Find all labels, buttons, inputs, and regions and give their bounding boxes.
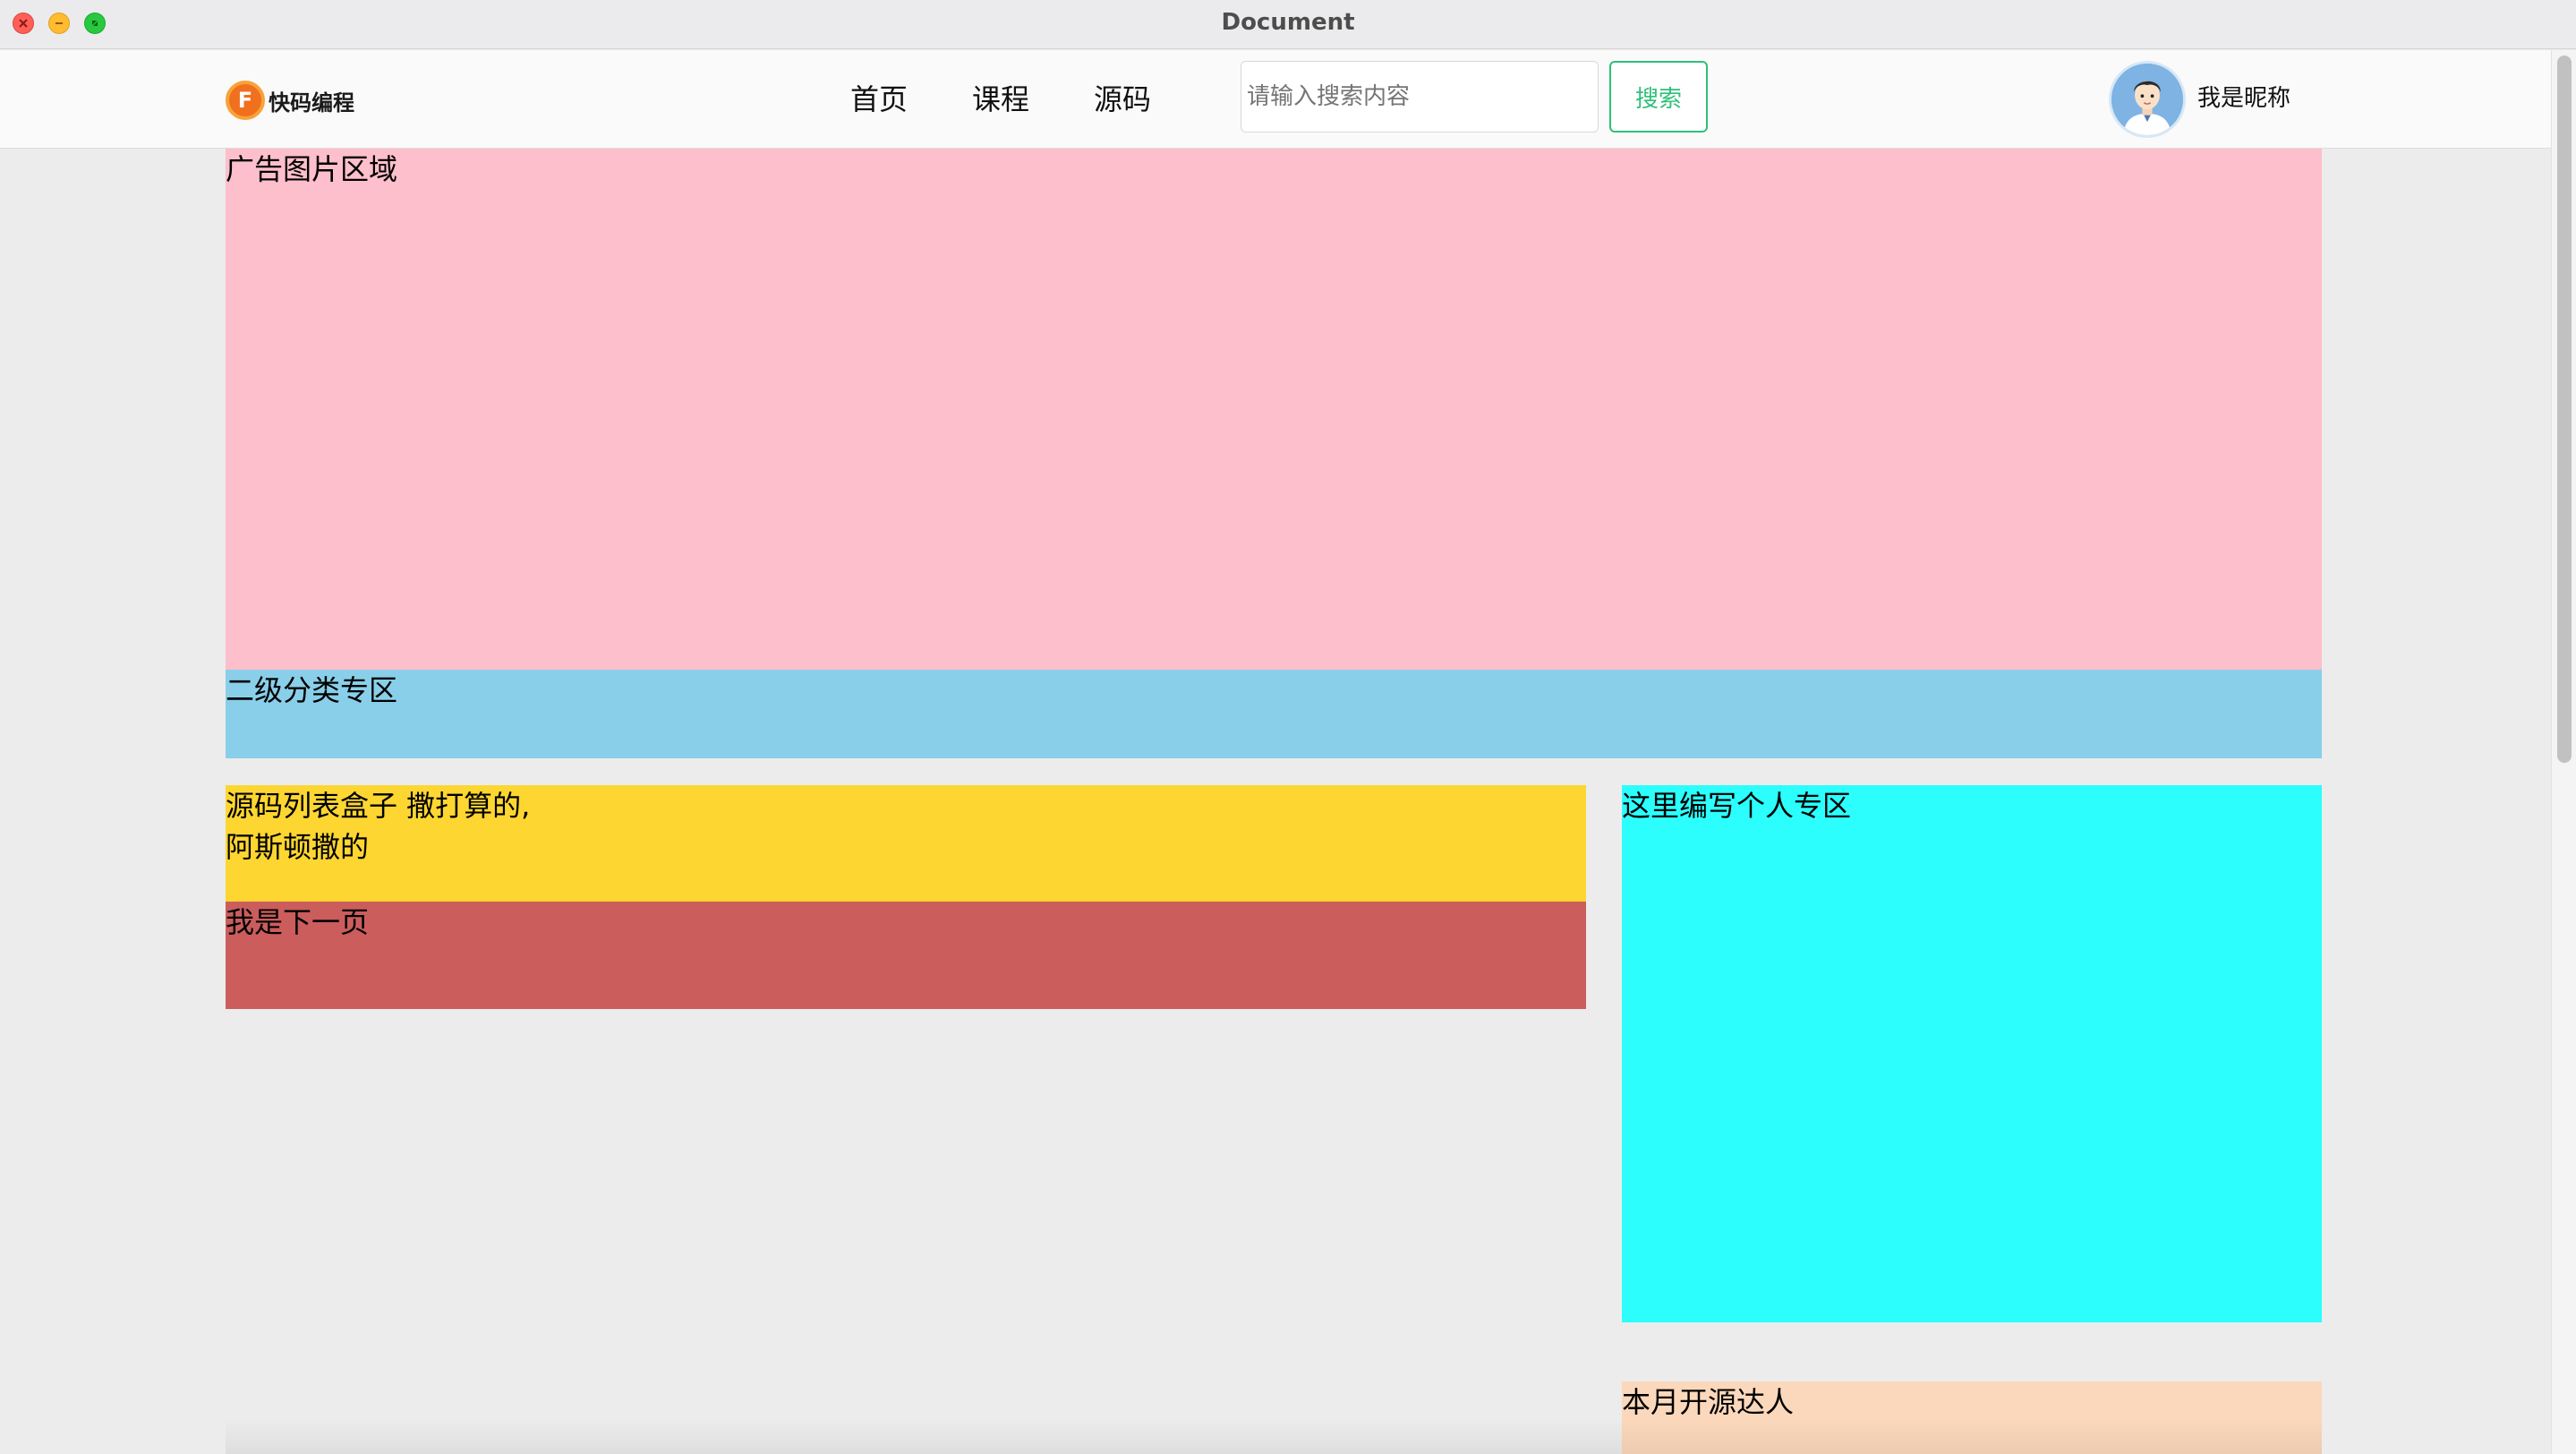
source-list-text-line2: 阿斯顿撒的 [226,830,370,864]
monthly-top-label: 本月开源达人 [1622,1385,1795,1419]
nav-item-courses[interactable]: 课程 [972,77,1029,122]
user-nickname[interactable]: 我是昵称 [2197,82,2290,115]
personal-zone: 这里编写个人专区 [1622,785,2322,1322]
logo-text: 快码编程 [269,90,354,115]
main-nav: 首页 课程 源码 [850,77,1215,122]
scrollbar-thumb[interactable] [2557,56,2572,763]
subcategory-section: 二级分类专区 [226,670,2322,758]
site-logo[interactable]: F 快码编程 [226,81,354,120]
title-bar: Document [0,0,2576,49]
site-header: F 快码编程 首页 课程 源码 搜索 我是昵称 [0,50,2551,149]
monthly-top-contributors: 本月开源达人 [1622,1381,2322,1454]
next-page-label: 我是下一页 [226,905,370,939]
source-list-text-line1: 源码列表盒子 撒打算的, [226,789,531,823]
source-list-box: 源码列表盒子 撒打算的, 阿斯顿撒的 [226,785,1586,902]
next-page-box[interactable]: 我是下一页 [226,902,1586,1009]
nav-item-home[interactable]: 首页 [850,77,908,122]
vertical-scrollbar[interactable] [2551,50,2576,1454]
logo-mark-icon: F [226,81,265,120]
search-button[interactable]: 搜索 [1609,61,1708,133]
ad-banner-label: 广告图片区域 [226,152,398,186]
window-title: Document [1221,9,1355,36]
subcategory-label: 二级分类专区 [226,673,398,707]
user-avatar-icon[interactable] [2109,61,2186,138]
search-input[interactable] [1241,61,1599,133]
ad-banner-area[interactable]: 广告图片区域 [226,149,2322,670]
logo-mark-letter: F [237,88,253,113]
app-window: Document F 快码编程 首页 课程 源码 搜索 [0,0,2576,1454]
nav-item-source[interactable]: 源码 [1094,77,1151,122]
personal-zone-label: 这里编写个人专区 [1622,789,1852,823]
